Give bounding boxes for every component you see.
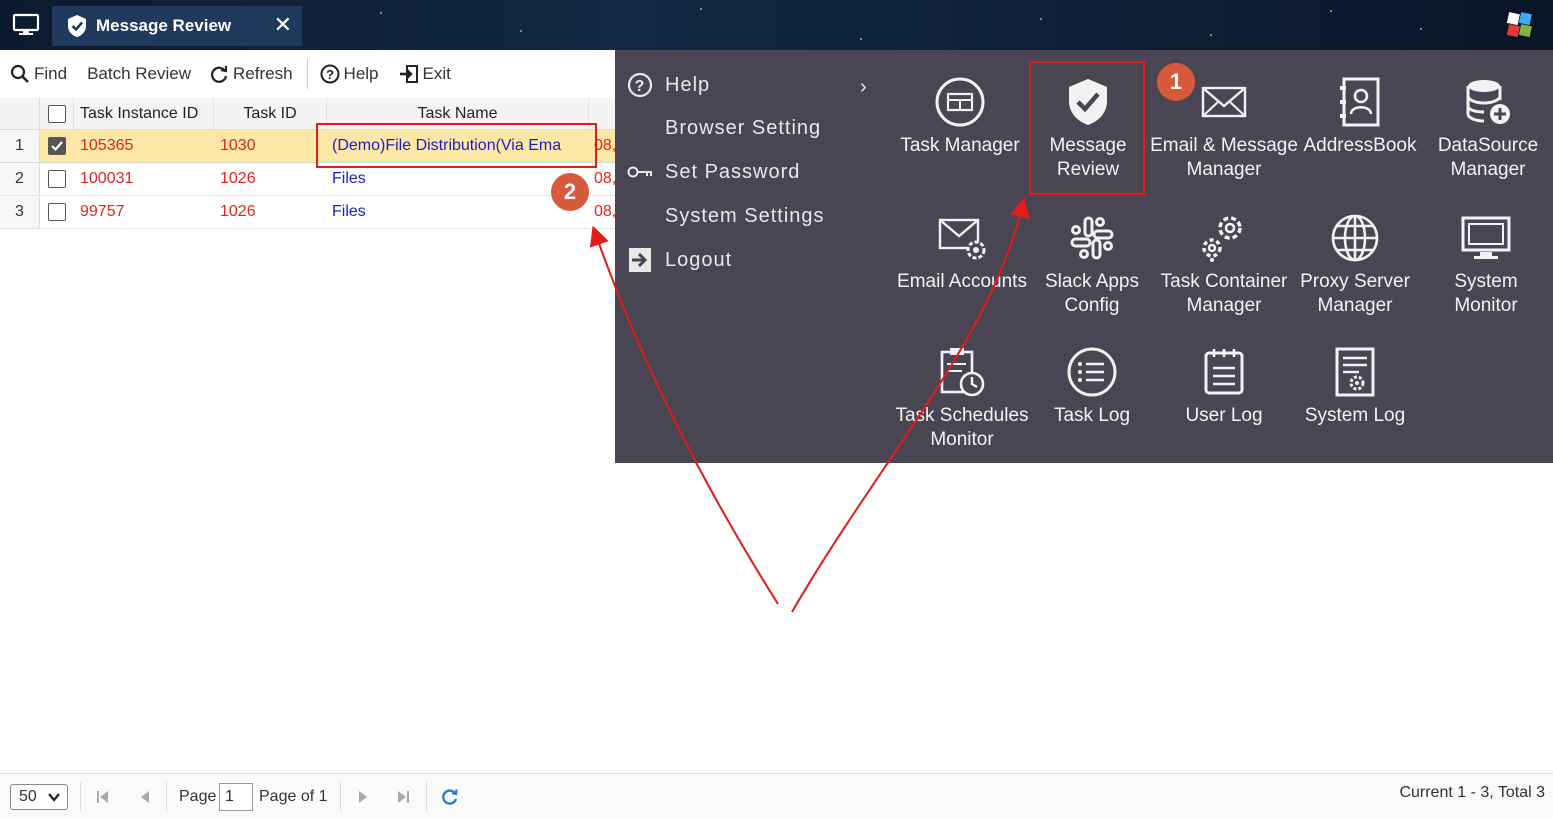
- arrow-to-task-name: [589, 225, 779, 605]
- next-page-icon[interactable]: [358, 790, 370, 804]
- last-page-icon[interactable]: [396, 790, 410, 804]
- reload-icon[interactable]: [441, 788, 459, 806]
- first-page-icon[interactable]: [96, 790, 110, 804]
- records-summary: Current 1 - 3, Total 3: [1399, 784, 1545, 801]
- prev-page-icon[interactable]: [138, 790, 150, 804]
- page-label: Page: [179, 788, 217, 805]
- arrow-to-message-review: [791, 197, 1030, 613]
- page-size-select[interactable]: 50: [10, 784, 68, 810]
- chevron-down-icon: [48, 793, 60, 802]
- annotation-arrows: [589, 197, 1030, 613]
- page-of-label: Page of 1: [259, 788, 328, 805]
- page-size-value: 50: [19, 788, 37, 805]
- page-number-input[interactable]: 1: [219, 783, 253, 811]
- pagination-bar: 50 Page 1 Page of 1 Current 1 - 3, Total…: [0, 773, 1553, 819]
